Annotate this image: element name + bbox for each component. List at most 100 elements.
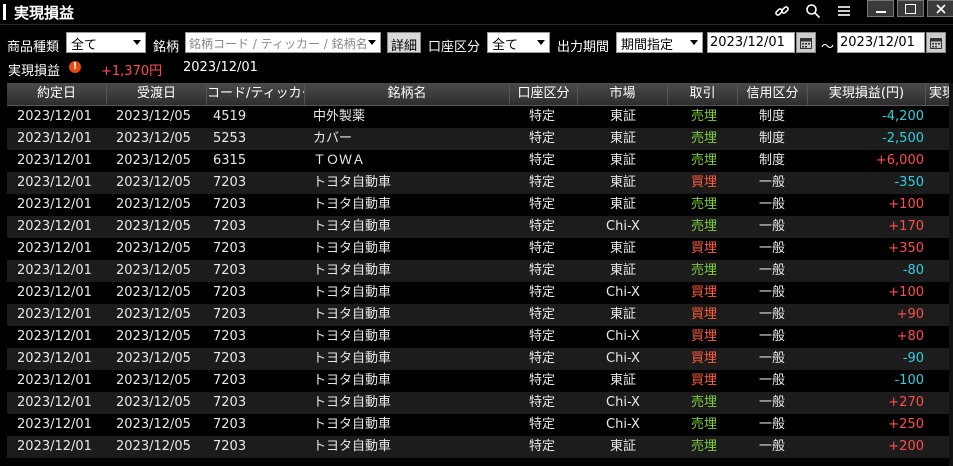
chevron-down-icon — [537, 40, 545, 45]
cell-credit: 制度 — [758, 109, 785, 124]
header-code[interactable]: コード/ティッカー — [207, 83, 305, 105]
cell-realized-pl: -100 — [894, 373, 924, 388]
cell-code: 7203 — [213, 395, 247, 410]
calendar-from-button[interactable] — [796, 32, 816, 53]
account-select-value: 全て — [492, 38, 519, 53]
cell-market: 東証 — [609, 197, 636, 212]
cell-trade: 売埋 — [690, 109, 717, 124]
header-trade[interactable]: 取引 — [668, 83, 738, 105]
table-body: 2023/12/01 2023/12/05 4519 中外製薬 特定 東証 売埋 制度 -4,2… — [7, 106, 953, 458]
header-trade-date[interactable]: 約定日 — [7, 83, 107, 105]
summary-bar: 実現損益 ! +1,370円 2023/12/01 — [0, 58, 953, 79]
search-icon[interactable] — [802, 1, 824, 21]
table-row[interactable]: 2023/12/01 2023/12/05 5253 カバー 特定 東証 売埋 制度 -2,50… — [7, 128, 953, 150]
cell-settle-date: 2023/12/05 — [116, 439, 191, 454]
header-settle-date[interactable]: 受渡日 — [107, 83, 207, 105]
account-label: 口座区分 — [428, 40, 481, 55]
table-row[interactable]: 2023/12/01 2023/12/05 7203 トヨタ自動車 特定 Chi-X 売埋 一… — [7, 392, 953, 414]
link-icon[interactable] — [771, 1, 793, 21]
calendar-to-button[interactable] — [926, 32, 946, 53]
table-row[interactable]: 2023/12/01 2023/12/05 7203 トヨタ自動車 特定 東証 売埋 一般 -8… — [7, 260, 953, 282]
cell-settle-date: 2023/12/05 — [116, 307, 191, 322]
table-row[interactable]: 2023/12/01 2023/12/05 7203 トヨタ自動車 特定 Chi-X 売埋 一… — [7, 216, 953, 238]
cell-settle-date: 2023/12/05 — [116, 197, 191, 212]
header-market[interactable]: 市場 — [578, 83, 668, 105]
header-account[interactable]: 口座区分 — [510, 83, 578, 105]
table-row[interactable]: 2023/12/01 2023/12/05 7203 トヨタ自動車 特定 Chi-X 買埋 一… — [7, 348, 953, 370]
cell-account: 特定 — [528, 373, 555, 388]
table-row[interactable]: 2023/12/01 2023/12/05 7203 トヨタ自動車 特定 東証 買埋 一般 -1… — [7, 370, 953, 392]
minimize-button[interactable] — [867, 0, 894, 17]
header-credit[interactable]: 信用区分 — [738, 83, 808, 105]
account-select[interactable]: 全て — [487, 32, 550, 53]
cell-credit: 一般 — [758, 219, 785, 234]
cell-settle-date: 2023/12/05 — [116, 219, 191, 234]
cell-trade-date: 2023/12/01 — [17, 197, 92, 212]
cell-realized-pl: +200 — [888, 439, 924, 454]
maximize-button[interactable] — [897, 0, 924, 17]
cell-settle-date: 2023/12/05 — [116, 175, 191, 190]
table-row[interactable]: 2023/12/01 2023/12/05 7203 トヨタ自動車 特定 東証 買埋 一般 +3… — [7, 238, 953, 260]
cell-trade: 売埋 — [690, 395, 717, 410]
table-row[interactable]: 2023/12/01 2023/12/05 6315 ＴＯＷＡ 特定 東証 売埋 制度 +6,0… — [7, 150, 953, 172]
cell-account: 特定 — [528, 351, 555, 366]
cell-market: Chi-X — [606, 329, 640, 344]
cell-name: トヨタ自動車 — [313, 373, 392, 388]
table-row[interactable]: 2023/12/01 2023/12/05 7203 トヨタ自動車 特定 Chi-X 売埋 一… — [7, 414, 953, 436]
detail-button[interactable]: 詳細 — [387, 32, 421, 54]
cell-settle-date: 2023/12/05 — [116, 417, 191, 432]
cell-account: 特定 — [528, 263, 555, 278]
stock-search-placeholder: 銘柄コード / ティッカー / 銘柄名 — [189, 37, 368, 51]
table-row[interactable]: 2023/12/01 2023/12/05 7203 トヨタ自動車 特定 東証 買埋 一般 +9… — [7, 304, 953, 326]
cell-market: 東証 — [609, 131, 636, 146]
product-select-value: 全て — [71, 38, 98, 53]
table-row[interactable]: 2023/12/01 2023/12/05 4519 中外製薬 特定 東証 売埋 制度 -4,2… — [7, 106, 953, 128]
table-row[interactable]: 2023/12/01 2023/12/05 7203 トヨタ自動車 特定 東証 買埋 一般 -3… — [7, 172, 953, 194]
cell-credit: 一般 — [758, 329, 785, 344]
product-select[interactable]: 全て — [66, 32, 146, 53]
cell-trade: 買埋 — [690, 241, 717, 256]
cell-trade-date: 2023/12/01 — [17, 175, 92, 190]
close-button[interactable] — [927, 0, 953, 17]
table-row[interactable]: 2023/12/01 2023/12/05 7203 トヨタ自動車 特定 東証 売埋 一般 +2… — [7, 436, 953, 458]
cell-code: 4519 — [213, 109, 247, 124]
cell-name: トヨタ自動車 — [313, 439, 392, 454]
cell-credit: 一般 — [758, 351, 785, 366]
cell-trade-date: 2023/12/01 — [17, 219, 92, 234]
cell-account: 特定 — [528, 153, 555, 168]
cell-trade: 売埋 — [690, 263, 717, 278]
summary-total-value: +1,370円 — [101, 64, 163, 79]
table-row[interactable]: 2023/12/01 2023/12/05 7203 トヨタ自動車 特定 Chi-X 買埋 一… — [7, 282, 953, 304]
close-icon — [935, 3, 946, 14]
cell-realized-pl: -350 — [894, 175, 924, 190]
vertical-scrollbar[interactable] — [949, 83, 953, 466]
cell-name: トヨタ自動車 — [313, 395, 392, 410]
cell-name: トヨタ自動車 — [313, 285, 392, 300]
cell-settle-date: 2023/12/05 — [116, 109, 191, 124]
cell-market: 東証 — [609, 439, 636, 454]
stock-label: 銘柄 — [153, 40, 180, 55]
cell-code: 7203 — [213, 197, 247, 212]
cell-trade-date: 2023/12/01 — [17, 395, 92, 410]
cell-trade: 売埋 — [690, 417, 717, 432]
cell-code: 7203 — [213, 351, 247, 366]
maximize-icon — [905, 3, 916, 14]
cell-realized-pl: +100 — [888, 197, 924, 212]
product-label: 商品種類 — [7, 40, 60, 55]
menu-icon[interactable] — [833, 1, 855, 21]
header-realized-pl[interactable]: 実現損益(円) — [808, 83, 926, 105]
cell-trade: 買埋 — [690, 285, 717, 300]
cell-settle-date: 2023/12/05 — [116, 329, 191, 344]
warning-icon[interactable]: ! — [69, 61, 81, 73]
table-row[interactable]: 2023/12/01 2023/12/05 7203 トヨタ自動車 特定 東証 売埋 一般 +1… — [7, 194, 953, 216]
table-row[interactable]: 2023/12/01 2023/12/05 7203 トヨタ自動車 特定 Chi-X 買埋 一… — [7, 326, 953, 348]
stock-search-input[interactable]: 銘柄コード / ティッカー / 銘柄名 — [185, 32, 381, 53]
cell-code: 5253 — [213, 131, 247, 146]
cell-trade: 売埋 — [690, 219, 717, 234]
header-name[interactable]: 銘柄名 — [305, 83, 510, 105]
cell-trade-date: 2023/12/01 — [17, 329, 92, 344]
date-to-input[interactable]: 2023/12/01 — [837, 32, 925, 53]
date-from-input[interactable]: 2023/12/01 — [707, 32, 795, 53]
cell-account: 特定 — [528, 197, 555, 212]
period-select[interactable]: 期間指定 — [616, 32, 703, 53]
